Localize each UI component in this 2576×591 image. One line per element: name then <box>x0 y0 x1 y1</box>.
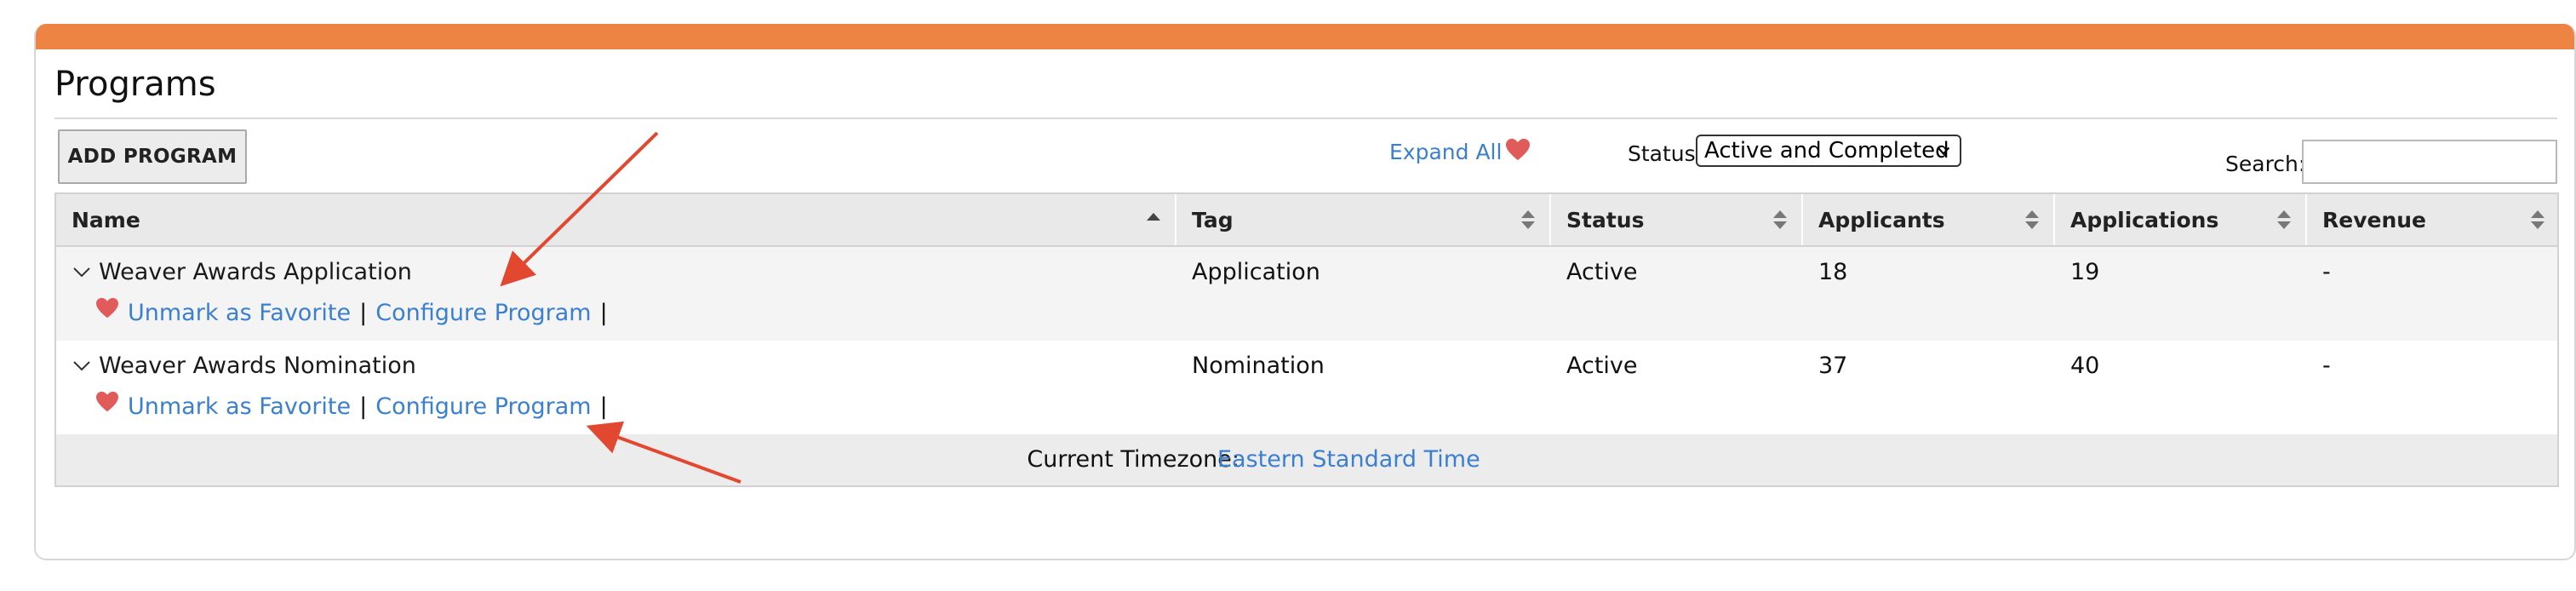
sort-icon <box>2531 210 2545 229</box>
table-row: Weaver Awards Nomination Unmark as Favor… <box>56 341 2557 434</box>
program-tag: Nomination <box>1192 353 1325 379</box>
status-filter-value: Active and Completed <box>1704 138 1949 164</box>
separator: | <box>599 393 608 420</box>
expand-toggle-icon[interactable] <box>72 358 92 375</box>
sort-icon <box>2025 210 2039 229</box>
expand-all-link[interactable]: Expand All <box>1389 140 1502 164</box>
search-input[interactable] <box>2302 140 2557 184</box>
unmark-favorite-link[interactable]: Unmark as Favorite <box>128 393 351 420</box>
separator: | <box>359 300 368 326</box>
status-filter-select[interactable]: Active and Completed <box>1696 135 1961 167</box>
program-name-cell: Weaver Awards Application <box>72 259 412 285</box>
program-name-cell: Weaver Awards Nomination <box>72 353 416 379</box>
program-tag: Application <box>1192 259 1320 285</box>
column-header-name[interactable]: Name <box>56 194 1176 245</box>
add-program-button[interactable]: ADD PROGRAM <box>58 129 247 184</box>
column-header-revenue[interactable]: Revenue <box>2307 194 2559 245</box>
panel-accent-bar <box>36 24 2574 49</box>
timezone-row: Current Timezone: Eastern Standard Time <box>56 434 2557 485</box>
title-divider <box>54 118 2557 119</box>
configure-program-link[interactable]: Configure Program <box>375 300 591 326</box>
program-applications: 19 <box>2070 259 2100 285</box>
timezone-link[interactable]: Eastern Standard Time <box>1217 446 1480 473</box>
program-name: Weaver Awards Application <box>99 259 412 285</box>
program-revenue: - <box>2322 259 2331 285</box>
program-applicants: 37 <box>1818 353 1848 379</box>
programs-panel: Programs ADD PROGRAM Expand All Status A… <box>34 24 2576 560</box>
program-status: Active <box>1566 353 1638 379</box>
heart-icon <box>96 391 118 411</box>
search-label: Search: <box>2225 152 2306 176</box>
table-row: Weaver Awards Application Unmark as Favo… <box>56 247 2557 341</box>
separator: | <box>599 300 608 326</box>
heart-icon <box>96 297 118 318</box>
column-header-applications[interactable]: Applications <box>2055 194 2307 245</box>
unmark-favorite-link[interactable]: Unmark as Favorite <box>128 300 351 326</box>
program-revenue: - <box>2322 353 2331 379</box>
expand-toggle-icon[interactable] <box>72 264 92 281</box>
configure-program-link[interactable]: Configure Program <box>375 393 591 420</box>
program-applicants: 18 <box>1818 259 1848 285</box>
sort-icon <box>1521 210 1535 229</box>
program-name: Weaver Awards Nomination <box>99 353 416 379</box>
program-applications: 40 <box>2070 353 2100 379</box>
sort-icon <box>1773 210 1787 229</box>
program-status: Active <box>1566 259 1638 285</box>
column-header-tag[interactable]: Tag <box>1176 194 1551 245</box>
timezone-label: Current Timezone: <box>1027 446 1239 473</box>
sort-asc-icon <box>1147 213 1160 221</box>
programs-table: Name Tag Status Applicants Applications … <box>54 192 2559 487</box>
status-filter-label: Status <box>1628 141 1696 166</box>
column-header-status[interactable]: Status <box>1551 194 1803 245</box>
heart-icon[interactable] <box>1505 138 1531 162</box>
table-header: Name Tag Status Applicants Applications … <box>56 194 2557 247</box>
column-header-applicants[interactable]: Applicants <box>1803 194 2055 245</box>
page-title: Programs <box>54 65 216 104</box>
program-actions: Unmark as Favorite | Configure Program | <box>95 391 616 420</box>
chevron-down-icon <box>1937 146 1950 156</box>
program-actions: Unmark as Favorite | Configure Program | <box>95 297 616 326</box>
separator: | <box>359 393 368 420</box>
sort-icon <box>2277 210 2291 229</box>
